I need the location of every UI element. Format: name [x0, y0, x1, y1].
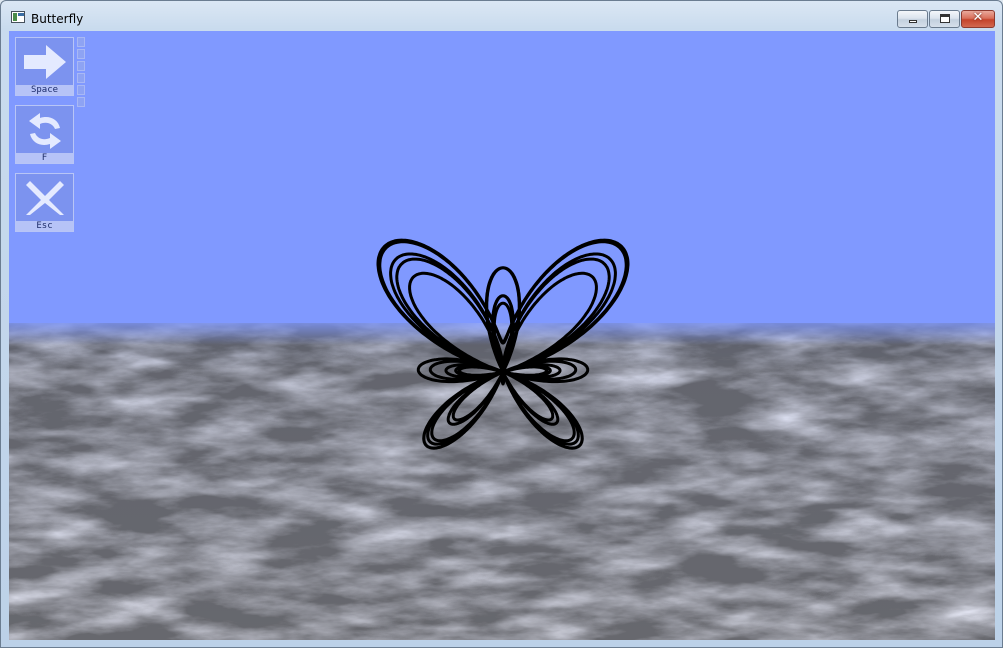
- close-icon: ✕: [972, 10, 984, 25]
- window-title: Butterfly: [31, 12, 84, 26]
- esc-key-label: Esc: [16, 221, 73, 231]
- maximize-button[interactable]: [929, 10, 960, 28]
- butterfly-scene: [9, 31, 995, 640]
- refresh-arrows-icon: [29, 113, 61, 149]
- esc-button[interactable]: Esc: [15, 173, 74, 232]
- render-viewport[interactable]: Space F Esc: [9, 31, 995, 640]
- step-cell: [77, 49, 85, 59]
- f-button[interactable]: F: [15, 105, 74, 164]
- step-cell: [77, 37, 85, 47]
- sky: [9, 31, 995, 325]
- close-button[interactable]: ✕: [961, 10, 995, 28]
- arrow-right-icon: [24, 45, 66, 79]
- step-cell: [77, 73, 85, 83]
- close-x-icon: [26, 181, 64, 215]
- application-window: Butterfly ✕ Space F Esc: [0, 0, 1003, 648]
- title-bar[interactable]: Butterfly ✕: [1, 1, 1002, 31]
- animation-step-indicator: [77, 37, 85, 109]
- space-key-label: Space: [16, 85, 73, 95]
- step-cell: [77, 85, 85, 95]
- app-window-icon: [11, 11, 25, 23]
- space-button[interactable]: Space: [15, 37, 74, 96]
- minimize-icon: [909, 20, 917, 23]
- minimize-button[interactable]: [897, 10, 928, 28]
- maximize-icon: [940, 14, 950, 23]
- f-key-label: F: [16, 153, 73, 163]
- step-cell: [77, 61, 85, 71]
- step-cell: [77, 97, 85, 107]
